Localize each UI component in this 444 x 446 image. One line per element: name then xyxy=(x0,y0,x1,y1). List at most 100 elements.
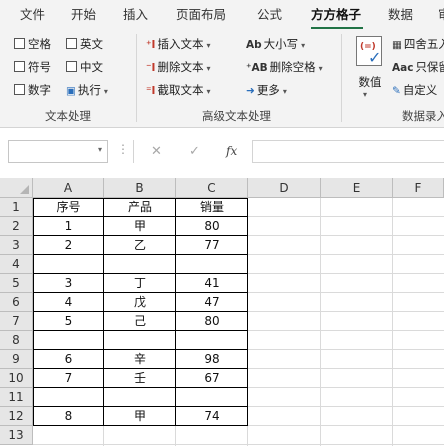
formula-bar: ▾ ⋮ ✕ ✓ fx xyxy=(0,128,444,178)
cell-b9[interactable]: 辛 xyxy=(104,350,176,369)
tab-home[interactable]: 开始 xyxy=(71,6,96,24)
extract-text-icon: ⁼I xyxy=(146,85,156,97)
tab-insert[interactable]: 插入 xyxy=(123,6,148,24)
row-header-4[interactable]: 4 xyxy=(0,255,33,274)
group-divider xyxy=(341,34,342,122)
checkbox-number[interactable]: 数字 xyxy=(14,82,51,98)
cell-a11[interactable] xyxy=(33,388,104,407)
row-header-9[interactable]: 9 xyxy=(0,350,33,369)
cell-a3[interactable]: 2 xyxy=(33,236,104,255)
cell-b8[interactable] xyxy=(104,331,176,350)
keep-only-button[interactable]: Aac只保留 xyxy=(392,59,444,75)
checkbox-symbol[interactable]: 符号 xyxy=(14,59,51,75)
round-button[interactable]: ▦四舍五入 xyxy=(392,36,444,52)
cell-b3[interactable]: 乙 xyxy=(104,236,176,255)
cell-b5[interactable]: 丁 xyxy=(104,274,176,293)
cell-a5[interactable]: 3 xyxy=(33,274,104,293)
button-label: 截取文本 xyxy=(157,83,204,97)
tab-page-layout[interactable]: 页面布局 xyxy=(176,6,226,24)
cell-a2[interactable]: 1 xyxy=(33,217,104,236)
cell-b7[interactable]: 己 xyxy=(104,312,176,331)
cell-a12[interactable]: 8 xyxy=(33,407,104,426)
enter-icon[interactable]: ✓ xyxy=(189,140,200,163)
cell-a13[interactable] xyxy=(33,426,104,445)
cell-grid[interactable]: 序号 产品 销量 1 甲 80 2 乙 77 3 丁 41 4 戊 47 5 己 80 6 辛 98 7 壬 67 8 甲 74 xyxy=(33,198,444,446)
numeric-button[interactable]: (=) ✓ 数值 ▾ xyxy=(350,34,388,104)
cell-a4[interactable] xyxy=(33,255,104,274)
cell-a8[interactable] xyxy=(33,331,104,350)
checkbox-english[interactable]: 英文 xyxy=(66,36,103,52)
cell-c11[interactable] xyxy=(176,388,248,407)
tab-data[interactable]: 数据 xyxy=(388,6,413,24)
checkbox-label: 英文 xyxy=(80,37,103,51)
tab-review[interactable]: 审阅 xyxy=(438,6,444,24)
cell-a7[interactable]: 5 xyxy=(33,312,104,331)
column-header-a[interactable]: A xyxy=(33,178,104,198)
checkbox-label: 中文 xyxy=(80,60,103,74)
resize-handle-icon[interactable]: ⋮ xyxy=(117,142,130,156)
row-header-1[interactable]: 1 xyxy=(0,198,33,217)
cell-a9[interactable]: 6 xyxy=(33,350,104,369)
cell-c4[interactable] xyxy=(176,255,248,274)
remove-spaces-button[interactable]: ⁺AB 删除空格 ▾ xyxy=(246,59,323,75)
cell-a1[interactable]: 序号 xyxy=(33,198,104,217)
cell-c1[interactable]: 销量 xyxy=(176,198,248,217)
column-header-f[interactable]: F xyxy=(393,178,444,198)
insert-text-button[interactable]: ⁺I 插入文本 ▾ xyxy=(146,36,210,52)
row-header-3[interactable]: 3 xyxy=(0,236,33,255)
name-box[interactable]: ▾ xyxy=(8,140,108,163)
gridline xyxy=(320,198,321,446)
cell-c12[interactable]: 74 xyxy=(176,407,248,426)
row-header-7[interactable]: 7 xyxy=(0,312,33,331)
row-header-13[interactable]: 13 xyxy=(0,426,33,445)
delete-text-button[interactable]: ⁻I 删除文本 ▾ xyxy=(146,59,210,75)
row-header-2[interactable]: 2 xyxy=(0,217,33,236)
cell-c9[interactable]: 98 xyxy=(176,350,248,369)
cell-c10[interactable]: 67 xyxy=(176,369,248,388)
chevron-down-icon[interactable]: ▾ xyxy=(98,145,102,154)
cell-b1[interactable]: 产品 xyxy=(104,198,176,217)
execute-button[interactable]: ▣ 执行 ▾ xyxy=(66,82,108,98)
cell-a6[interactable]: 4 xyxy=(33,293,104,312)
cell-a10[interactable]: 7 xyxy=(33,369,104,388)
checkbox-label: 符号 xyxy=(28,60,51,74)
column-header-c[interactable]: C xyxy=(176,178,248,198)
column-header-b[interactable]: B xyxy=(104,178,176,198)
checkbox-box xyxy=(66,38,77,49)
row-header-11[interactable]: 11 xyxy=(0,388,33,407)
case-button[interactable]: Ab 大小写 ▾ xyxy=(246,36,305,52)
custom-button[interactable]: ✎ 自定义 xyxy=(392,82,437,98)
cell-c8[interactable] xyxy=(176,331,248,350)
tab-formulas[interactable]: 公式 xyxy=(257,6,282,24)
cell-b4[interactable] xyxy=(104,255,176,274)
column-header-d[interactable]: D xyxy=(248,178,321,198)
insert-function-icon[interactable]: fx xyxy=(226,140,237,163)
extract-text-button[interactable]: ⁼I 截取文本 ▾ xyxy=(146,82,210,98)
checkbox-space[interactable]: 空格 xyxy=(14,36,51,52)
row-header-8[interactable]: 8 xyxy=(0,331,33,350)
cell-c2[interactable]: 80 xyxy=(176,217,248,236)
cell-b6[interactable]: 戊 xyxy=(104,293,176,312)
more-button[interactable]: ➜ 更多 ▾ xyxy=(246,82,287,98)
cell-b12[interactable]: 甲 xyxy=(104,407,176,426)
row-header-6[interactable]: 6 xyxy=(0,293,33,312)
tab-fangfanggezi[interactable]: 方方格子 xyxy=(311,6,361,24)
cell-c13[interactable] xyxy=(176,426,248,445)
row-header-5[interactable]: 5 xyxy=(0,274,33,293)
cancel-icon[interactable]: ✕ xyxy=(151,140,162,163)
select-all-corner[interactable] xyxy=(0,178,33,198)
cell-b11[interactable] xyxy=(104,388,176,407)
cell-b2[interactable]: 甲 xyxy=(104,217,176,236)
cell-b13[interactable] xyxy=(104,426,176,445)
cell-c6[interactable]: 47 xyxy=(176,293,248,312)
cell-c7[interactable]: 80 xyxy=(176,312,248,331)
row-header-12[interactable]: 12 xyxy=(0,407,33,426)
checkbox-chinese[interactable]: 中文 xyxy=(66,59,103,75)
cell-b10[interactable]: 壬 xyxy=(104,369,176,388)
row-header-10[interactable]: 10 xyxy=(0,369,33,388)
column-header-e[interactable]: E xyxy=(321,178,393,198)
cell-c5[interactable]: 41 xyxy=(176,274,248,293)
cell-c3[interactable]: 77 xyxy=(176,236,248,255)
formula-input[interactable] xyxy=(252,140,444,163)
tab-file[interactable]: 文件 xyxy=(20,6,45,24)
